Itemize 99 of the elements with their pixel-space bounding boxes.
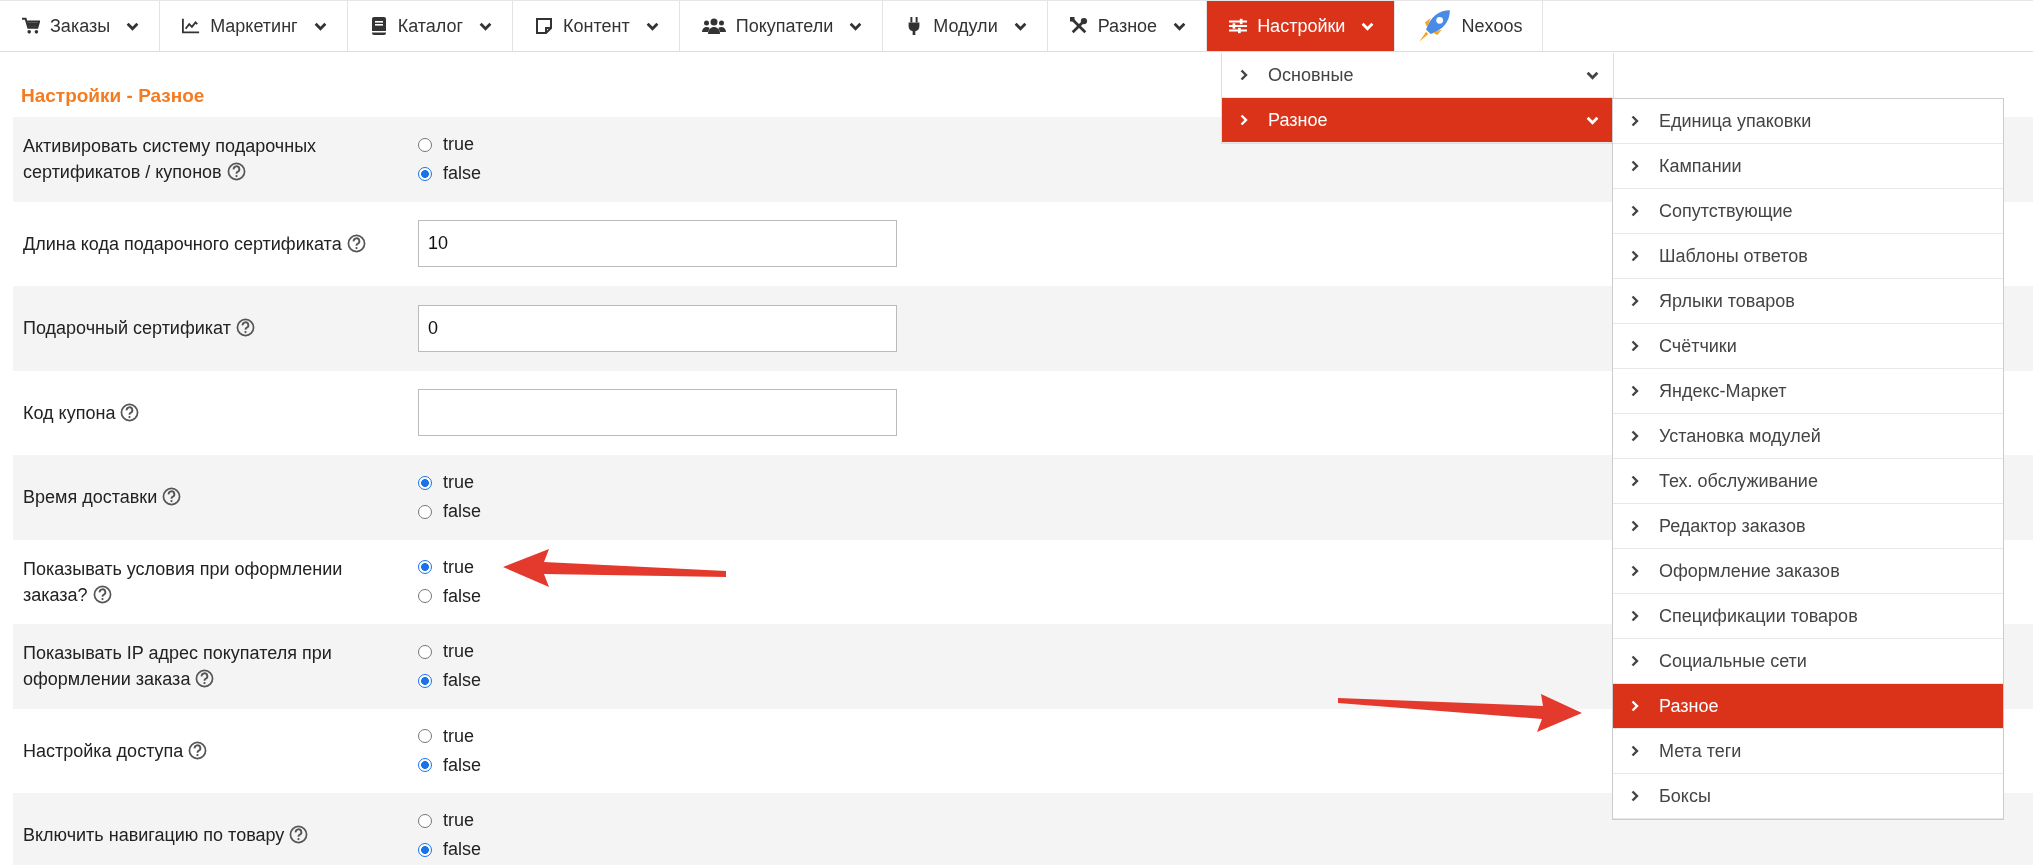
menu-item[interactable]: Тех. обслуживание: [1613, 459, 2003, 504]
chevron-right-icon: [1631, 565, 1639, 577]
menu-item[interactable]: Боксы: [1613, 774, 2003, 819]
option-label: true: [443, 472, 475, 494]
menu-item[interactable]: Мета теги: [1613, 729, 2003, 774]
option-label: true: [443, 810, 475, 832]
radio-button[interactable]: [418, 673, 432, 688]
chevron-right-icon: [1631, 745, 1639, 757]
caret-icon: [1586, 70, 1599, 80]
help-icon[interactable]: [162, 487, 182, 507]
menu-item[interactable]: Яндекс-Маркет: [1613, 369, 2003, 414]
menu-item[interactable]: Сопутствующие: [1613, 189, 2003, 234]
caret-icon: [1013, 21, 1027, 31]
page-title: Настройки - Разное: [20, 84, 205, 108]
help-icon[interactable]: [346, 233, 366, 253]
chevron-right-icon: [1631, 385, 1639, 397]
chevron-right-icon: [1631, 655, 1639, 667]
book-icon: [369, 17, 388, 35]
radio-button[interactable]: [418, 166, 432, 181]
menu-item[interactable]: Разное: [1613, 684, 2003, 729]
radio-button[interactable]: [418, 475, 432, 490]
cart-icon: [22, 17, 40, 35]
caret-icon: [313, 21, 327, 31]
menu-item[interactable]: Разное: [1222, 98, 1613, 143]
chevron-right-icon: [1631, 115, 1639, 127]
input-field[interactable]: 0: [418, 304, 897, 352]
help-icon[interactable]: [120, 402, 140, 422]
menu-item[interactable]: Оформление заказов: [1613, 549, 2003, 594]
radio-button[interactable]: [418, 137, 432, 152]
menu-item[interactable]: Шаблоны ответов: [1613, 234, 2003, 279]
caret-icon: [1173, 21, 1187, 31]
radio-button[interactable]: [418, 560, 432, 575]
setting-label: Код купона: [23, 399, 418, 426]
nav-menu-item[interactable]: Настройки: [1207, 1, 1396, 51]
chevron-right-icon: [1631, 250, 1639, 262]
caret-icon: [479, 21, 493, 31]
menu-item[interactable]: Редактор заказов: [1613, 504, 2003, 549]
option-label: true: [443, 556, 475, 578]
sliders-icon: [1229, 17, 1248, 35]
menu-item[interactable]: Единица упаковки: [1613, 99, 2003, 144]
menu-item[interactable]: Ярлыки товаров: [1613, 279, 2003, 324]
chevron-right-icon: [1631, 700, 1639, 712]
radio-button[interactable]: [418, 842, 432, 857]
menu-item[interactable]: Кампании: [1613, 144, 2003, 189]
caret-icon: [126, 21, 140, 31]
help-icon[interactable]: [226, 162, 246, 182]
radio-button[interactable]: [418, 813, 432, 828]
setting-label: Активировать систему подарочных сертификатов / купонов: [23, 135, 318, 185]
menu-item[interactable]: Спецификации товаров: [1613, 594, 2003, 639]
note-icon: [535, 17, 554, 35]
chevron-right-icon: [1240, 114, 1248, 126]
setting-label: Показывать IP адрес покупателя при оформлении заказа: [23, 642, 333, 692]
help-icon[interactable]: [188, 740, 208, 760]
help-icon[interactable]: [235, 318, 255, 338]
chevron-right-icon: [1631, 160, 1639, 172]
menu-item[interactable]: Счётчики: [1613, 324, 2003, 369]
caret-icon: [1586, 115, 1599, 125]
radio-button[interactable]: [418, 758, 432, 773]
setting-label: Время доставки: [23, 484, 418, 511]
help-icon[interactable]: [92, 584, 112, 604]
option-label: false: [443, 839, 482, 861]
chevron-right-icon: [1631, 340, 1639, 352]
setting-label: Настройка доступа: [23, 737, 418, 764]
help-icon[interactable]: [289, 825, 309, 845]
chevron-right-icon: [1631, 790, 1639, 802]
caret-icon: [849, 21, 863, 31]
setting-label: Длина кода подарочного сертификата: [23, 230, 418, 257]
option-label: false: [443, 754, 482, 776]
chevron-right-icon: [1631, 610, 1639, 622]
tools-icon: [1069, 17, 1088, 35]
setting-label: Показывать условия при оформлении заказа?: [23, 557, 344, 607]
users-icon: [701, 17, 726, 35]
option-label: false: [443, 585, 482, 607]
option-label: true: [443, 725, 475, 747]
input-field[interactable]: [418, 389, 897, 437]
menu-item[interactable]: Установка модулей: [1613, 414, 2003, 459]
help-icon[interactable]: [195, 669, 215, 689]
chevron-right-icon: [1631, 520, 1639, 532]
chevron-right-icon: [1631, 475, 1639, 487]
setting-label: Включить навигацию по товару: [23, 822, 418, 849]
line-chart-icon: [182, 17, 201, 35]
caret-icon: [645, 21, 659, 31]
chevron-right-icon: [1631, 430, 1639, 442]
radio-button[interactable]: [418, 589, 432, 604]
option-label: true: [443, 641, 475, 663]
input-field[interactable]: 10: [418, 220, 897, 268]
chevron-right-icon: [1240, 69, 1248, 81]
chevron-right-icon: [1631, 295, 1639, 307]
radio-button[interactable]: [418, 644, 432, 659]
rocket-icon: [1417, 9, 1452, 43]
setting-label: Подарочный сертификат: [23, 315, 418, 342]
radio-button[interactable]: [418, 504, 432, 519]
caret-icon: [1361, 21, 1375, 31]
option-label: false: [443, 670, 482, 692]
radio-button[interactable]: [418, 729, 432, 744]
option-label: true: [443, 134, 475, 156]
chevron-right-icon: [1631, 205, 1639, 217]
option-label: false: [443, 163, 482, 185]
option-label: false: [443, 501, 482, 523]
